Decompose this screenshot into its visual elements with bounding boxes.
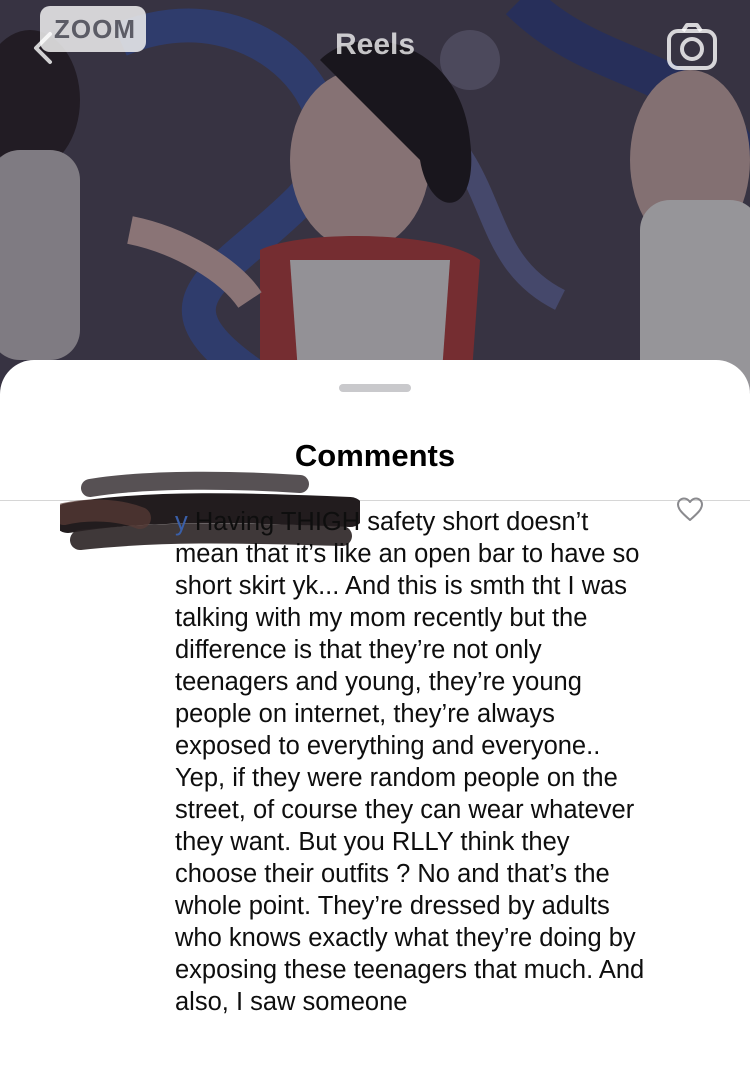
reels-top-bar: ZOOM Reels xyxy=(0,0,750,100)
sheet-grabber-handle[interactable] xyxy=(339,384,411,392)
camera-button[interactable] xyxy=(666,22,718,72)
comment-item: y Having THIGH safety short doesn’t mean… xyxy=(0,471,750,1074)
camera-icon xyxy=(667,23,717,70)
comment-username[interactable]: y xyxy=(175,508,188,536)
comments-sheet: Comments y Having THIGH safety short doe… xyxy=(0,360,750,1074)
comment-text: Having THIGH safety short doesn’t mean t… xyxy=(175,508,645,1016)
comment-body: y Having THIGH safety short doesn’t mean… xyxy=(175,506,645,1018)
like-comment-button[interactable] xyxy=(676,496,704,524)
page-title: Reels xyxy=(334,28,416,61)
heart-outline-icon xyxy=(677,497,703,521)
reel-video-background[interactable]: ZOOM Reels xyxy=(0,0,750,400)
